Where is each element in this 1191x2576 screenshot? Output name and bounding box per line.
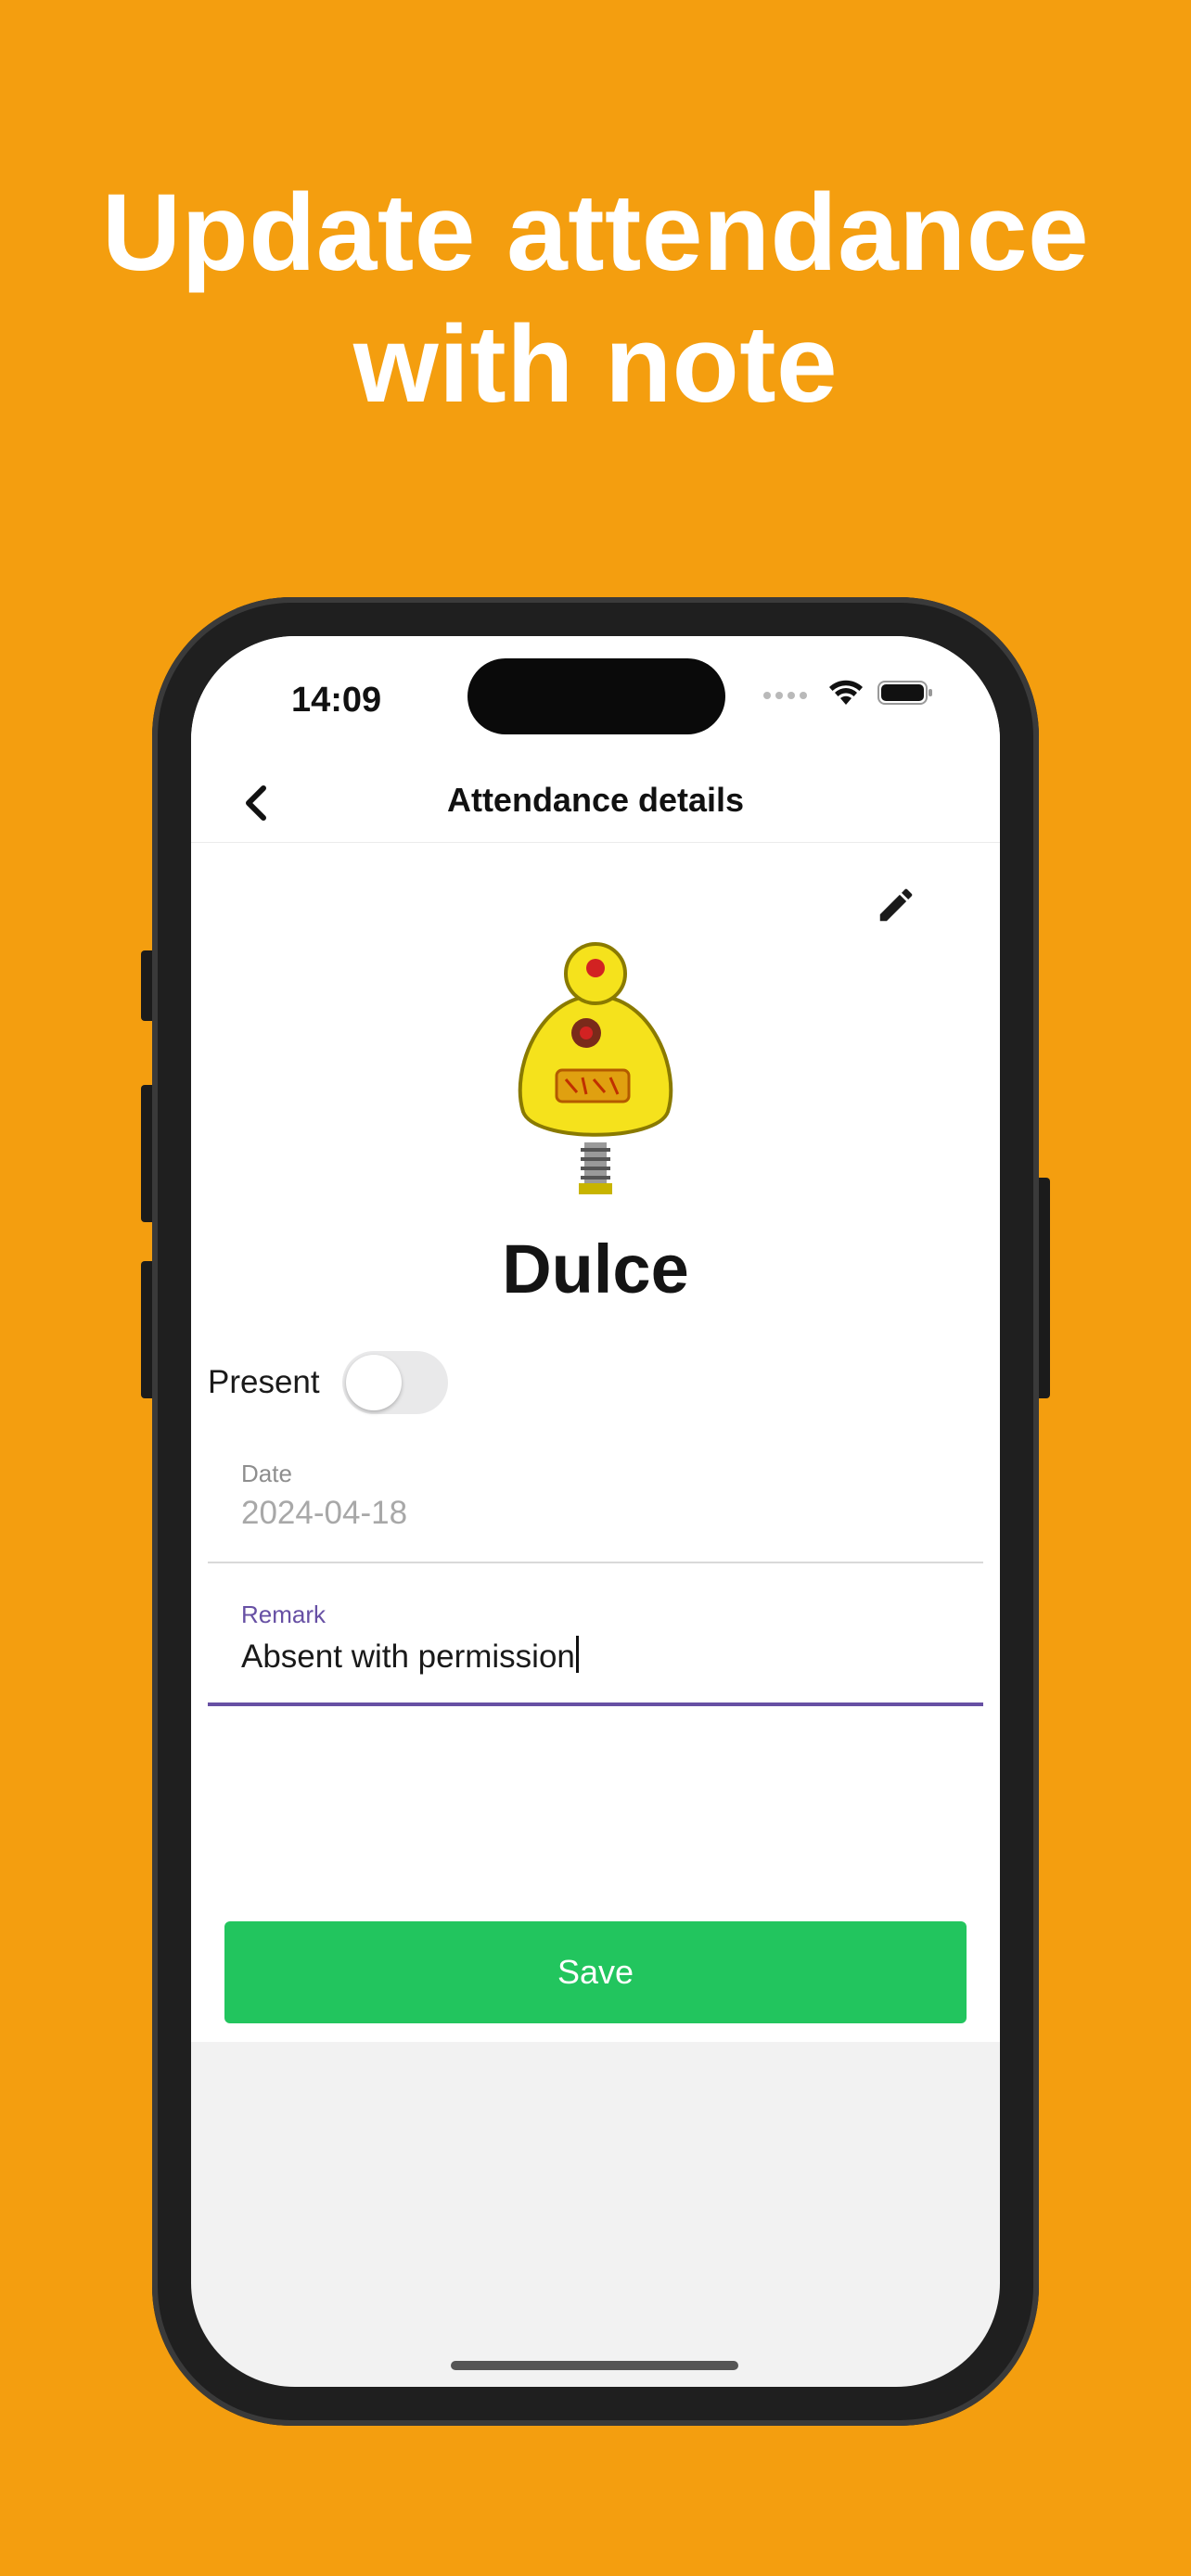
dynamic-island: [467, 658, 725, 734]
wifi-icon: [827, 679, 864, 711]
date-label: Date: [241, 1460, 292, 1487]
home-indicator[interactable]: [451, 2361, 738, 2370]
date-field[interactable]: Date 2024-04-18: [208, 1460, 983, 1563]
date-value: 2024-04-18: [241, 1495, 408, 1531]
present-label: Present: [208, 1364, 320, 1400]
student-avatar: [503, 931, 688, 1200]
pencil-icon: [879, 888, 913, 922]
app-content: 14:09 Attendance details Dulce Present D…: [191, 636, 1000, 2042]
save-button[interactable]: Save: [224, 1921, 967, 2023]
cellular-signal-icon: [763, 691, 807, 699]
headline-line-2: with note: [352, 303, 839, 426]
text-cursor: [575, 1636, 579, 1673]
status-time: 14:09: [291, 681, 382, 720]
student-name: Dulce: [502, 1231, 689, 1307]
battery-icon: [877, 680, 933, 710]
remark-field[interactable]: Remark Absent with permission: [208, 1600, 983, 1706]
headline-line-1: Update attendance: [101, 172, 1090, 294]
present-row: Present: [208, 1350, 448, 1415]
phone-frame: 14:09 Attendance details Dulce Present D…: [152, 597, 1039, 2426]
navigation-bar: Attendance details: [191, 759, 1000, 843]
toggle-knob: [345, 1355, 402, 1410]
page-title: Attendance details: [446, 781, 745, 819]
phone-screen: 14:09 Attendance details Dulce Present D…: [191, 636, 1000, 2387]
promo-headline: Update attendance with note: [0, 167, 1191, 430]
edit-button[interactable]: [870, 879, 922, 931]
present-toggle[interactable]: [341, 1351, 448, 1414]
remark-value: Absent with permission: [241, 1639, 575, 1675]
status-icons: [763, 679, 933, 711]
remark-input[interactable]: Absent with permission: [241, 1636, 579, 1676]
remark-label: Remark: [241, 1600, 327, 1628]
